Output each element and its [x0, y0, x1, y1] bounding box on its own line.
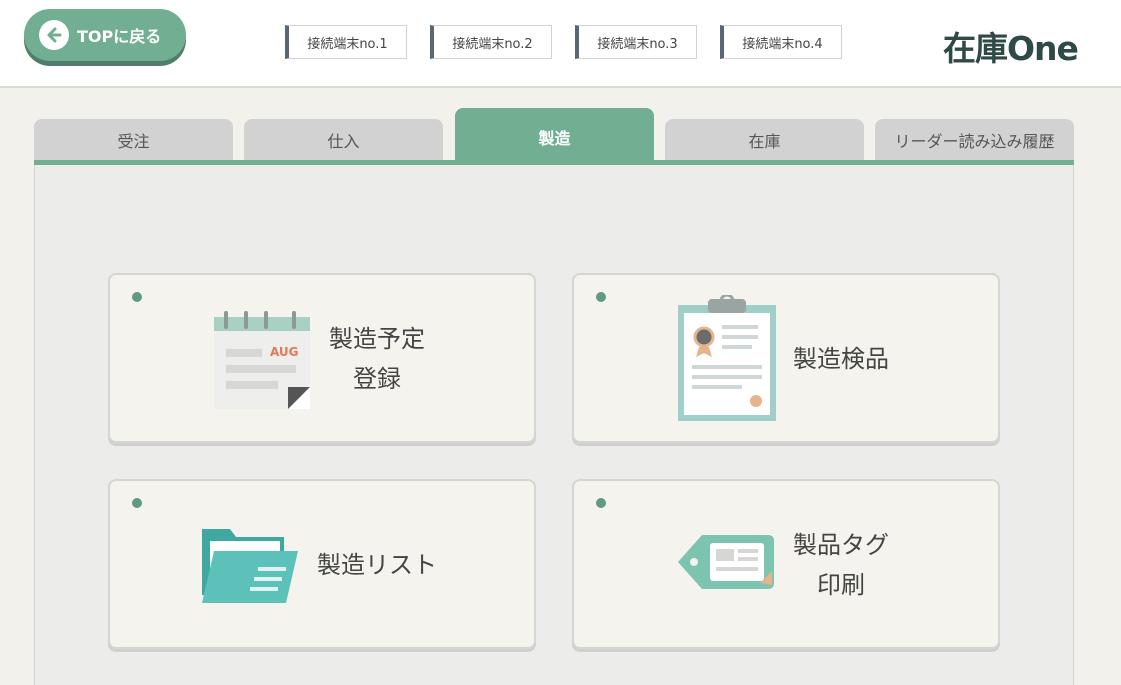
app-logo: 在庫One	[943, 29, 1079, 68]
calendar-month-text: AUG	[270, 345, 299, 359]
inspection-card-label: 製造検品	[793, 345, 889, 373]
back-button-label: TOPに戻る	[77, 27, 162, 46]
card-pin-dot	[596, 498, 606, 508]
tab-purchasing[interactable]: 仕入	[244, 119, 443, 160]
calendar-icon: AUG	[214, 311, 310, 413]
schedule-card-label-line1: 製造予定	[329, 325, 425, 353]
product-tag-print-card[interactable]: 製品タグ 印刷	[572, 479, 1000, 649]
card-pin-dot	[132, 292, 142, 302]
arrow-left-icon	[39, 20, 69, 50]
schedule-registration-card[interactable]: AUG 製造予定 登録	[108, 273, 536, 443]
back-to-top-button[interactable]: TOPに戻る	[24, 9, 186, 61]
card-pin-dot	[596, 292, 606, 302]
terminal-no3-button[interactable]: 接続端末no.3	[575, 25, 697, 59]
header: TOPに戻る 接続端末no.1 接続端末no.2 接続端末no.3 接続端末no…	[0, 0, 1121, 88]
folder-icon	[200, 525, 300, 607]
terminal-no4-button[interactable]: 接続端末no.4	[720, 25, 842, 59]
terminal-no2-button[interactable]: 接続端末no.2	[430, 25, 552, 59]
tab-reader-history[interactable]: リーダー読み込み履歴	[875, 119, 1074, 160]
card-pin-dot	[132, 498, 142, 508]
tab-manufacturing[interactable]: 製造	[455, 108, 654, 160]
tag-icon	[678, 529, 776, 599]
inspection-card[interactable]: 製造検品	[572, 273, 1000, 443]
tab-inventory[interactable]: 在庫	[665, 119, 864, 160]
tag-card-label-line1: 製品タグ	[793, 531, 889, 559]
tab-orders[interactable]: 受注	[34, 119, 233, 160]
clipboard-certificate-icon	[678, 293, 776, 425]
terminal-no1-button[interactable]: 接続端末no.1	[285, 25, 407, 59]
manufacturing-list-label: 製造リスト	[317, 551, 437, 579]
tag-card-label-line2: 印刷	[817, 571, 865, 599]
schedule-card-label-line2: 登録	[353, 365, 401, 393]
manufacturing-list-card[interactable]: 製造リスト	[108, 479, 536, 649]
